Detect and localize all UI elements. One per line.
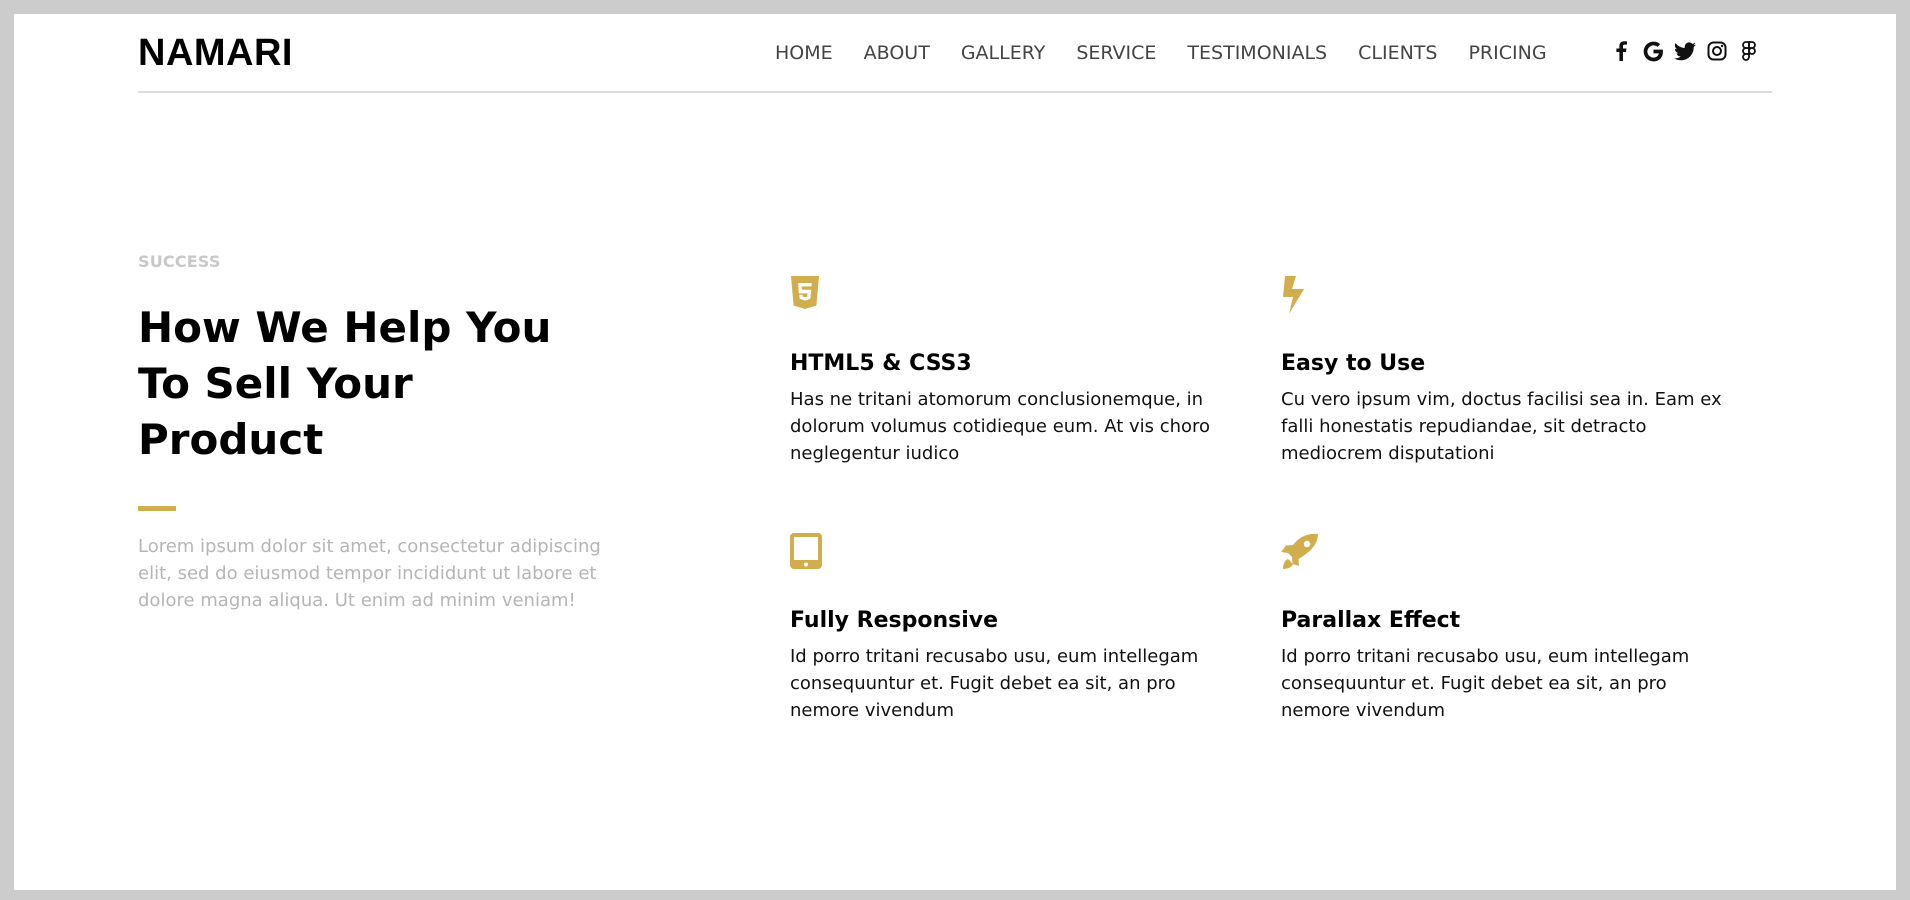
nav-item-gallery[interactable]: GALLERY (961, 42, 1046, 64)
feature-title: Parallax Effect (1281, 608, 1461, 633)
social-links (1610, 40, 1770, 62)
rocket-icon (1281, 533, 1321, 573)
html5-icon (790, 276, 830, 316)
feature-text: Cu vero ipsum vim, doctus facilisi sea i… (1281, 389, 1722, 464)
bolt-icon (1281, 276, 1321, 316)
feature-title: Fully Responsive (790, 608, 999, 633)
feature-text: Id porro tritani recusabo usu, eum intel… (790, 646, 1199, 721)
feature-card-responsive: Fully Responsive Id porro tritani recusa… (790, 533, 1250, 724)
nav-item-about[interactable]: ABOUT (864, 42, 930, 64)
facebook-icon[interactable] (1610, 40, 1632, 62)
intro-section: SUCCESS How We Help You To Sell Your Pro… (138, 252, 618, 614)
feature-card-html5: HTML5 & CSS3 Has ne tritani atomorum con… (790, 276, 1250, 467)
nav-item-clients[interactable]: CLIENTS (1358, 42, 1437, 64)
twitter-icon[interactable] (1674, 40, 1696, 62)
feature-title: HTML5 & CSS3 (790, 351, 972, 376)
section-headline: How We Help You To Sell Your Product (138, 303, 552, 464)
accent-divider (138, 506, 176, 511)
feature-card-easy-to-use: Easy to Use Cu vero ipsum vim, doctus fa… (1281, 276, 1741, 467)
nav-item-service[interactable]: SERVICE (1076, 42, 1156, 64)
instagram-icon[interactable] (1706, 40, 1728, 62)
section-eyebrow: SUCCESS (138, 252, 221, 271)
section-lead: Lorem ipsum dolor sit amet, consectetur … (138, 536, 601, 611)
nav-item-pricing[interactable]: PRICING (1468, 42, 1546, 64)
feature-title: Easy to Use (1281, 351, 1426, 376)
feature-text: Id porro tritani recusabo usu, eum intel… (1281, 646, 1690, 721)
page-frame: NAMARI HOME ABOUT GALLERY SERVICE TESTIM… (14, 14, 1896, 890)
main-nav: HOME ABOUT GALLERY SERVICE TESTIMONIALS … (775, 42, 1578, 64)
feature-card-parallax: Parallax Effect Id porro tritani recusab… (1281, 533, 1741, 724)
site-header: NAMARI HOME ABOUT GALLERY SERVICE TESTIM… (138, 14, 1772, 93)
nav-item-testimonials[interactable]: TESTIMONIALS (1187, 42, 1327, 64)
nav-item-home[interactable]: HOME (775, 42, 833, 64)
brand-logo[interactable]: NAMARI (138, 32, 293, 74)
tablet-icon (790, 533, 830, 573)
google-icon[interactable] (1642, 40, 1664, 62)
figma-icon[interactable] (1738, 40, 1760, 62)
feature-text: Has ne tritani atomorum conclusionemque,… (790, 389, 1211, 464)
